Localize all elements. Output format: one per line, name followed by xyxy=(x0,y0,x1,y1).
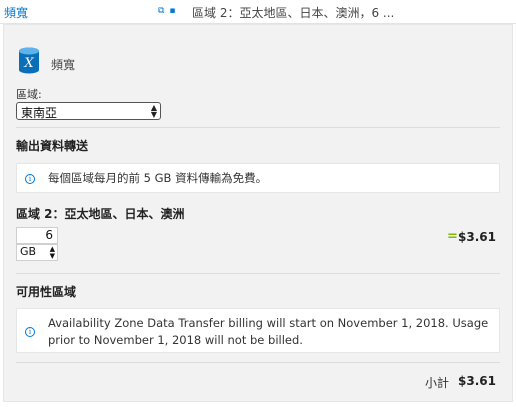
clone-delete-icons[interactable]: ⧉ ▪ xyxy=(158,6,176,16)
availability-info-box: i Availability Zone Data Transfer billin… xyxy=(16,308,500,353)
estimate-item-header[interactable]: 頻寬 ⧉ ▪ 區域 2：亞太地區、日本、澳洲，6 ... xyxy=(0,0,516,24)
region-selected-value: 東南亞 xyxy=(21,106,58,120)
free-tier-info-box: i 每個區域每月的前 5 GB 資料傳輸為免費。 xyxy=(16,163,500,193)
clone-icon[interactable]: ⧉ xyxy=(158,6,165,16)
info-icon: i xyxy=(25,174,35,184)
bandwidth-service-icon: X xyxy=(19,47,39,74)
delete-icon[interactable]: ▪ xyxy=(169,6,176,16)
service-name: 頻寬 xyxy=(51,58,76,72)
unit-selected-value: GB xyxy=(20,245,37,258)
unit-select[interactable]: GB ▲ ▼ xyxy=(16,244,58,261)
select-arrows-icon: ▲ ▼ xyxy=(150,103,157,119)
quantity-input[interactable]: 6 xyxy=(16,227,58,244)
unit-arrows-icon: ▲ ▼ xyxy=(49,245,55,260)
divider xyxy=(16,362,500,363)
region-select[interactable]: 東南亞 ▲ ▼ xyxy=(16,102,161,120)
availability-zone-heading: 可用性區域 xyxy=(16,285,77,299)
item-title[interactable]: 頻寬 xyxy=(4,4,28,21)
zone-heading: 區域 2：亞太地區、日本、澳洲 xyxy=(16,207,185,221)
equals-sign: = xyxy=(447,229,458,244)
availability-info-line1: Availability Zone Data Transfer billing … xyxy=(48,316,489,330)
subtotal-price: $3.61 xyxy=(458,374,496,388)
availability-info-line2: prior to November 1, 2018 will not be bi… xyxy=(48,333,303,347)
item-summary: 區域 2：亞太地區、日本、澳洲，6 ... xyxy=(192,6,395,20)
info-icon: i xyxy=(25,327,35,337)
free-tier-info-text: 每個區域每月的前 5 GB 資料傳輸為免費。 xyxy=(48,171,268,185)
subtotal-label: 小計 xyxy=(425,376,450,390)
region-label: 區域: xyxy=(16,88,42,101)
zone-price: $3.61 xyxy=(458,230,496,244)
svg-text:X: X xyxy=(23,56,34,71)
bandwidth-config-panel: X 頻寬 區域: 東南亞 ▲ ▼ 輸出資料轉送 i 每個區域每月的前 5 GB 資… xyxy=(3,24,513,402)
divider xyxy=(16,273,500,274)
divider xyxy=(16,127,500,128)
outbound-transfer-heading: 輸出資料轉送 xyxy=(16,139,89,153)
